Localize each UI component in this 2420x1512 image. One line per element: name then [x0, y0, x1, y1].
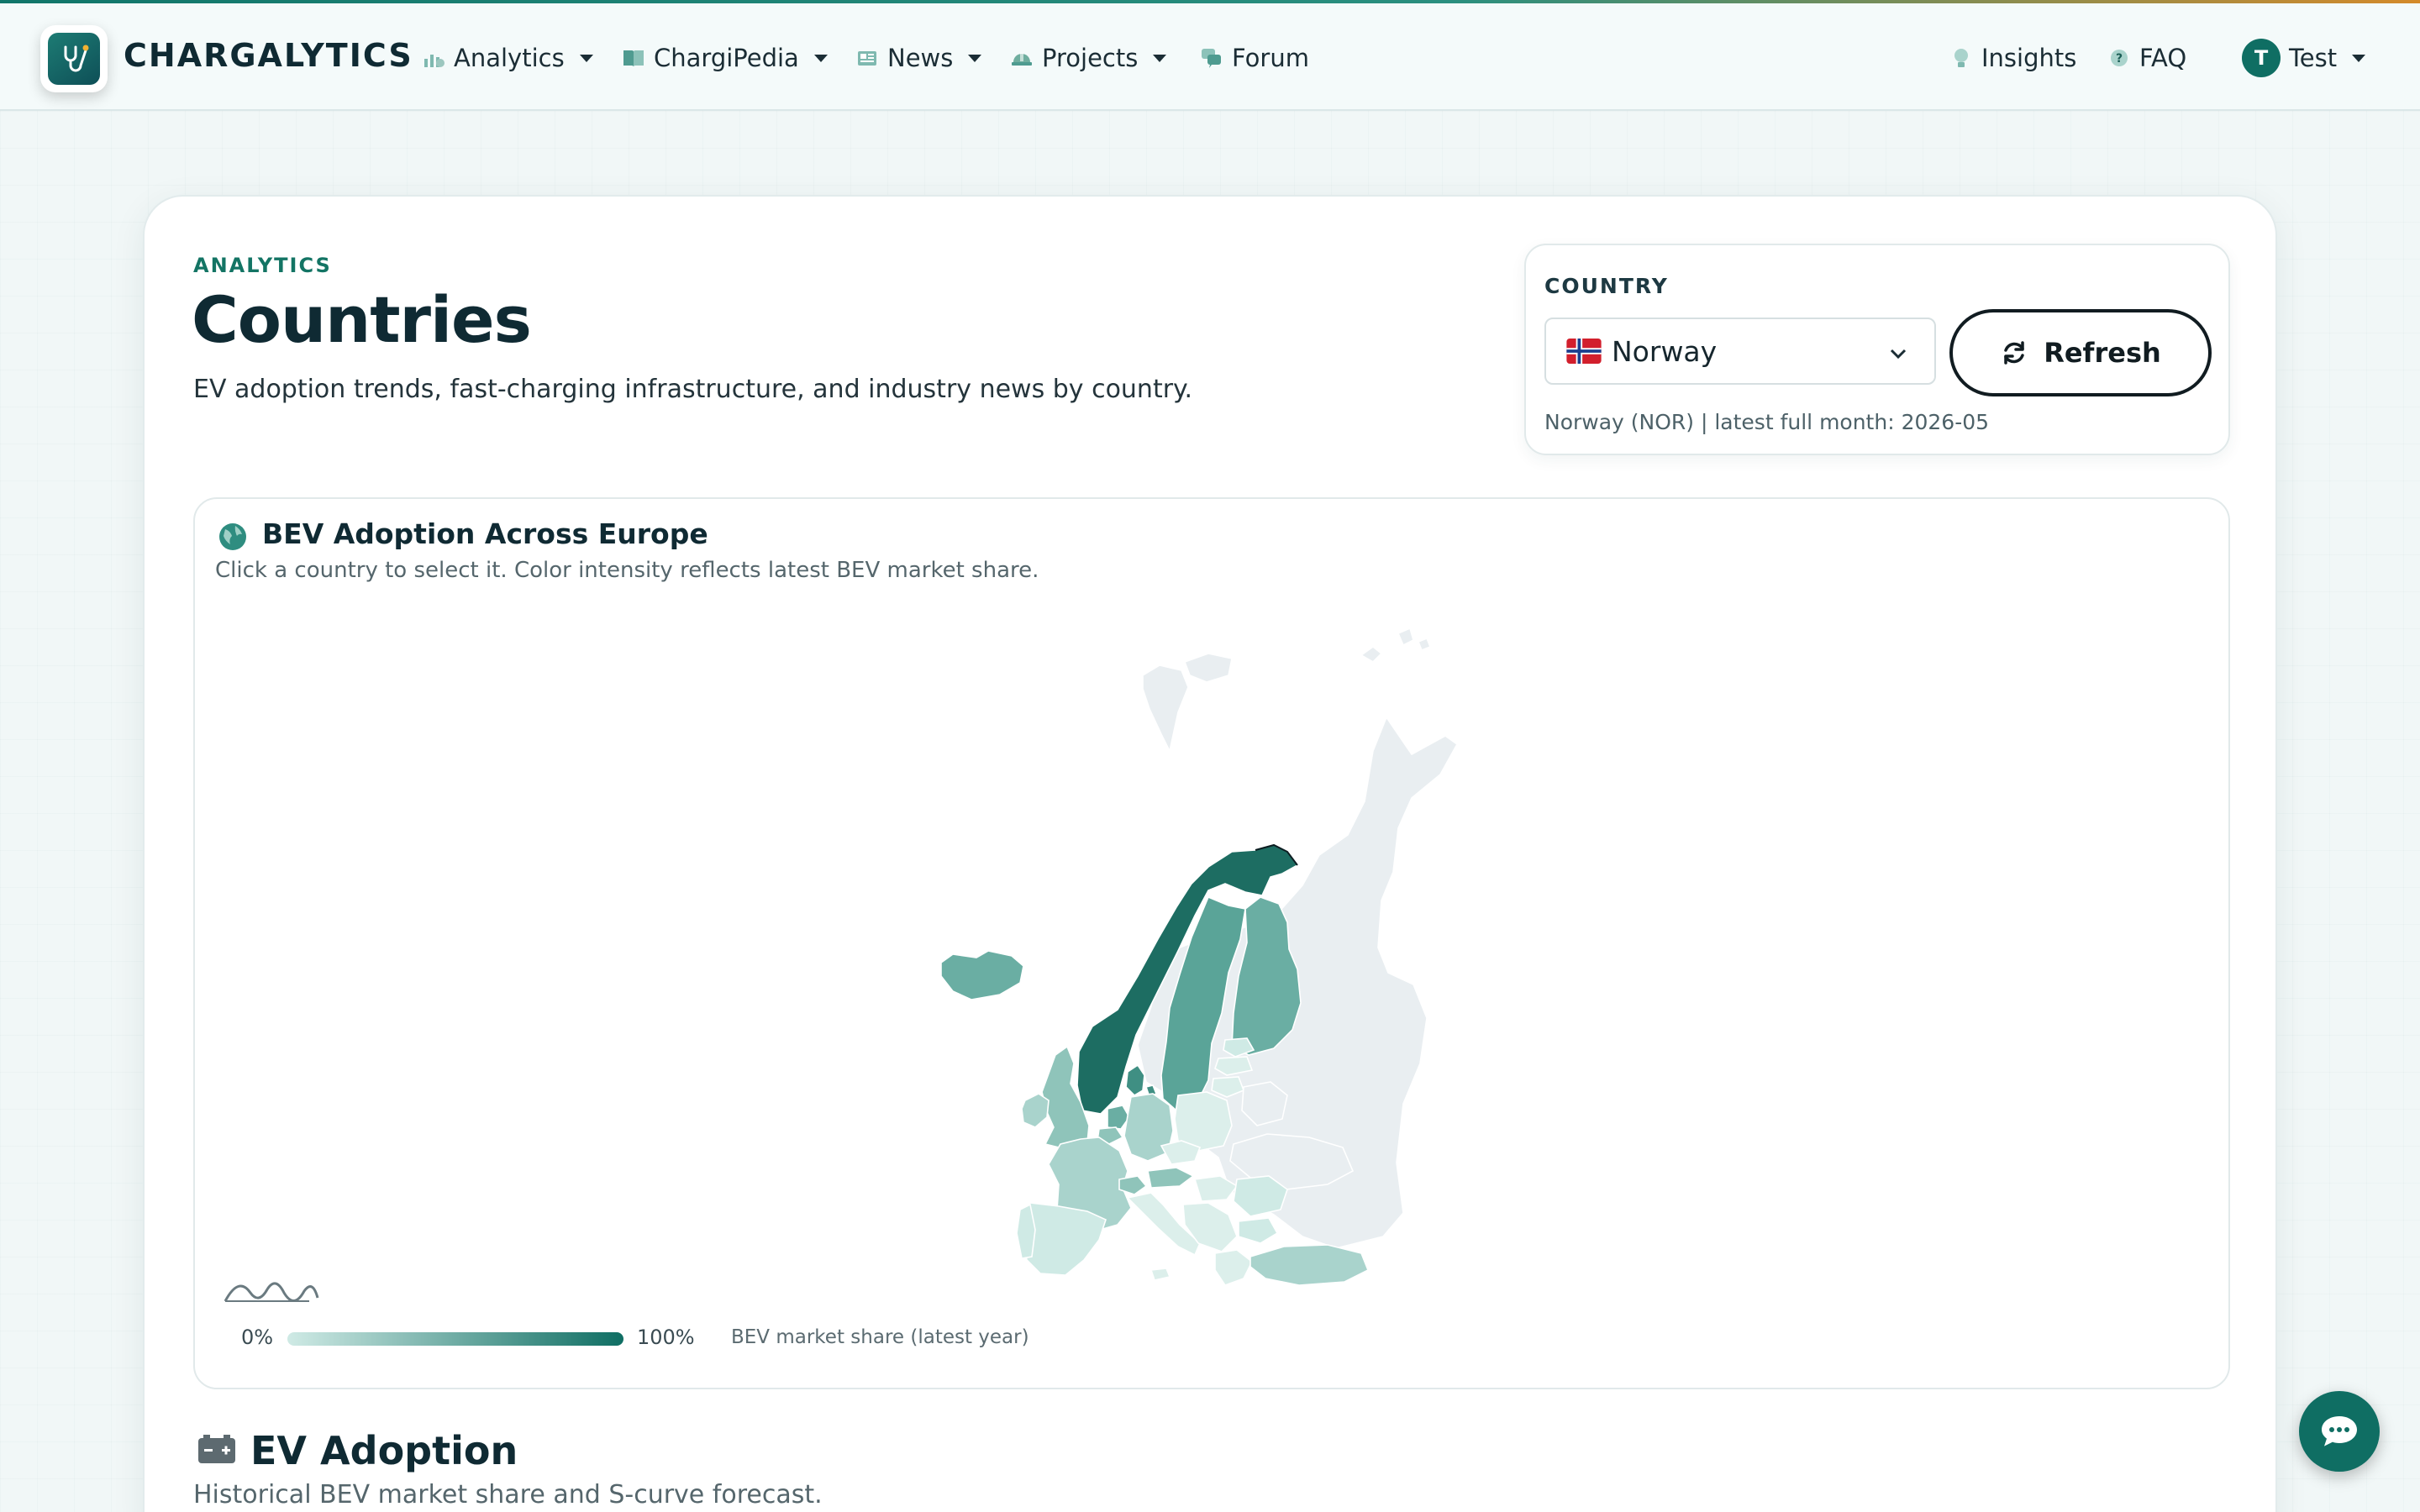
legend-max: 100% [637, 1326, 695, 1349]
chat-icon [2322, 1416, 2357, 1446]
legend-caption: BEV market share (latest year) [731, 1326, 1029, 1348]
logo[interactable] [40, 25, 108, 92]
country-label: COUNTRY [1544, 274, 1669, 298]
lightbulb-icon [1949, 46, 1973, 70]
nav-forum-label: Forum [1232, 44, 1309, 72]
legend-gradient [287, 1332, 623, 1346]
nav-analytics-label: Analytics [454, 44, 565, 72]
newspaper-icon [855, 46, 879, 70]
nav-chargipedia-label: ChargiPedia [654, 44, 799, 72]
refresh-label: Refresh [2044, 337, 2161, 369]
chevron-down-icon [1890, 349, 1907, 360]
sparkline-icon [224, 1282, 319, 1302]
nav-projects-label: Projects [1042, 44, 1139, 72]
caret-down-icon [2352, 54, 2366, 62]
country-select[interactable]: Norway [1544, 318, 1936, 385]
nav-news[interactable]: News [855, 37, 982, 79]
page-eyebrow: ANALYTICS [193, 254, 332, 277]
nav-news-label: News [887, 44, 954, 72]
chart-growth-icon [422, 46, 445, 70]
map-austria[interactable] [1147, 1167, 1195, 1189]
user-menu[interactable]: T Test [2242, 37, 2366, 79]
book-icon [622, 46, 645, 70]
nav-forum[interactable]: Forum [1200, 37, 1309, 79]
nav-projects[interactable]: Projects [1010, 37, 1167, 79]
battery-icon [198, 1435, 235, 1463]
chat-button[interactable] [2299, 1391, 2380, 1472]
section-subtitle: Historical BEV market share and S-curve … [193, 1480, 823, 1509]
logo-icon [48, 33, 100, 85]
map-bulgaria[interactable] [1238, 1217, 1279, 1244]
question-circle-icon: ? [2107, 46, 2131, 70]
nav-faq[interactable]: ? FAQ [2107, 37, 2186, 79]
map-greece[interactable] [1214, 1249, 1254, 1286]
map-ireland[interactable] [1021, 1093, 1050, 1128]
country-select-value: Norway [1612, 334, 1718, 368]
map-panel: BEV Adoption Across Europe Click a count… [193, 497, 2230, 1389]
main-card: ANALYTICS Countries EV adoption trends, … [143, 195, 2277, 1512]
hardhat-icon [1010, 46, 1034, 70]
nav-chargipedia[interactable]: ChargiPedia [622, 37, 828, 79]
page-title: Countries [192, 282, 532, 357]
norway-flag-icon [1566, 339, 1602, 364]
user-name: Test [2289, 44, 2338, 72]
map-turkey[interactable] [1249, 1244, 1370, 1286]
brand-name[interactable]: CHARGALYTICS [124, 37, 413, 74]
caret-down-icon [1153, 54, 1167, 62]
caret-down-icon [968, 54, 982, 62]
country-panel: COUNTRY Norway Refresh Norway (NOR) | la… [1524, 244, 2230, 455]
map-arctic-islands[interactable] [1360, 627, 1432, 663]
europe-map[interactable] [195, 499, 2232, 1391]
chat-bubbles-icon [1200, 46, 1223, 70]
nav-analytics[interactable]: Analytics [422, 37, 593, 79]
top-accent-line [0, 0, 2420, 3]
navbar: CHARGALYTICS Analytics ChargiPedia News … [0, 3, 2420, 111]
map-iceland[interactable] [940, 950, 1024, 1000]
caret-down-icon [813, 54, 828, 62]
map-portugal[interactable] [1016, 1203, 1036, 1259]
nav-insights[interactable]: Insights [1949, 37, 2076, 79]
avatar: T [2242, 39, 2281, 77]
page-subtitle: EV adoption trends, fast-charging infras… [193, 375, 1193, 404]
refresh-button[interactable]: Refresh [1949, 309, 2212, 396]
nav-faq-label: FAQ [2139, 44, 2187, 72]
legend-min: 0% [241, 1326, 274, 1349]
section-title: EV Adoption [250, 1428, 518, 1473]
country-meta: Norway (NOR) | latest full month: 2026-0… [1544, 410, 1990, 434]
svg-text:?: ? [2116, 52, 2123, 66]
refresh-icon [2004, 341, 2024, 365]
caret-down-icon [579, 54, 593, 62]
nav-insights-label: Insights [1981, 44, 2077, 72]
map-svalbard[interactable] [1142, 653, 1233, 753]
